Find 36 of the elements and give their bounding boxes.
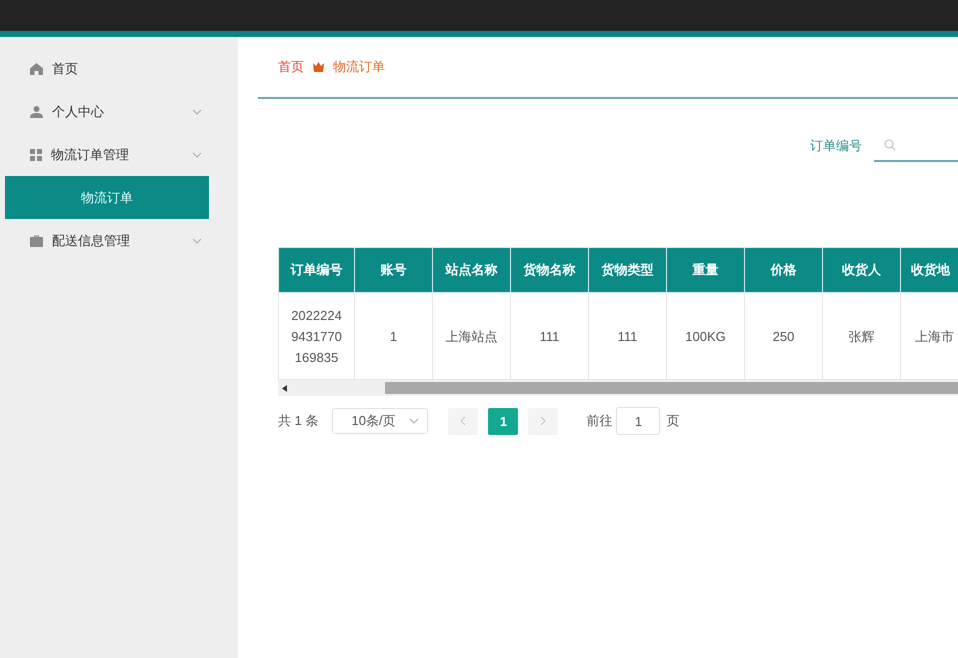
- column-header: 站点名称: [432, 248, 510, 292]
- sidebar-subitem[interactable]: 物流订单: [5, 176, 209, 219]
- horizontal-scrollbar[interactable]: [278, 380, 958, 396]
- scrollbar-thumb[interactable]: [385, 382, 958, 394]
- person-icon: [30, 106, 43, 118]
- search-label: 订单编号: [810, 137, 862, 155]
- breadcrumb-link[interactable]: 首页: [278, 58, 304, 76]
- column-header: 账号: [354, 248, 432, 292]
- sidebar-item[interactable]: 配送信息管理: [0, 219, 238, 262]
- sidebar-item[interactable]: 个人中心: [0, 90, 238, 133]
- sidebar-item[interactable]: 首页: [0, 47, 238, 90]
- page-size-select[interactable]: 10条/页: [332, 408, 428, 434]
- chevron-down-icon: [192, 238, 202, 244]
- page-suffix: 页: [666, 412, 680, 430]
- column-header: 收货地: [900, 248, 958, 292]
- search-icon: [884, 139, 896, 151]
- column-header: 货物名称: [510, 248, 588, 292]
- scroll-left-icon[interactable]: [282, 384, 287, 392]
- home-icon: [30, 62, 43, 74]
- goto-label: 前往: [586, 412, 612, 430]
- chevron-down-icon: [192, 108, 202, 114]
- sidebar-item[interactable]: 物流订单管理: [0, 133, 238, 176]
- column-header: 重量: [666, 248, 744, 292]
- goto-page-field[interactable]: 1: [616, 407, 660, 435]
- column-header: 货物类型: [588, 248, 666, 292]
- chevron-right-icon: [540, 416, 546, 426]
- column-header: 订单编号: [278, 248, 354, 292]
- chevron-down-icon: [409, 418, 420, 424]
- column-header: 收货人: [822, 248, 900, 292]
- total-count: 共 1 条: [278, 412, 318, 430]
- grid-icon: [30, 148, 42, 160]
- crown-icon: [313, 62, 324, 72]
- chevron-down-icon: [192, 152, 202, 158]
- column-header: 价格: [744, 248, 822, 292]
- chevron-left-icon: [460, 416, 466, 426]
- briefcase-icon: [30, 234, 43, 246]
